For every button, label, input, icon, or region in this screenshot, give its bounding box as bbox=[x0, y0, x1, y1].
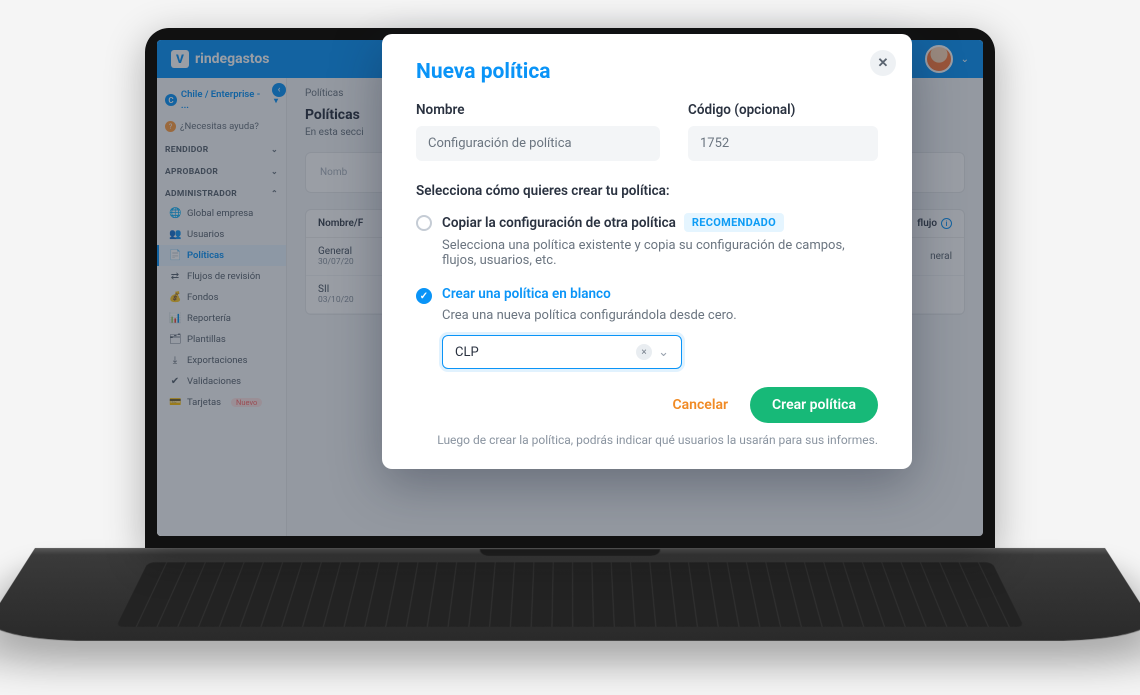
create-policy-button[interactable]: Crear política bbox=[750, 387, 878, 423]
name-label: Nombre bbox=[416, 102, 660, 118]
clear-icon[interactable]: × bbox=[636, 344, 652, 360]
modal-title: Nueva política bbox=[416, 60, 878, 84]
cancel-button[interactable]: Cancelar bbox=[673, 397, 729, 413]
close-icon[interactable]: ✕ bbox=[870, 50, 896, 76]
new-policy-modal: ✕ Nueva política Nombre Código (opcional… bbox=[382, 34, 912, 469]
policy-name-input[interactable] bbox=[416, 126, 660, 161]
recommended-badge: RECOMENDADO bbox=[684, 213, 784, 232]
radio-unselected-icon[interactable] bbox=[416, 215, 432, 231]
option-blank-policy[interactable]: Crear una política en blanco Crea una nu… bbox=[416, 286, 878, 369]
radio-selected-icon[interactable] bbox=[416, 288, 432, 304]
modal-footnote: Luego de crear la política, podrás indic… bbox=[416, 433, 878, 447]
chevron-down-icon[interactable]: ⌄ bbox=[658, 345, 669, 360]
currency-select[interactable]: CLP × ⌄ bbox=[442, 335, 682, 369]
option-blank-desc: Crea una nueva política configurándola d… bbox=[442, 308, 878, 323]
policy-code-input[interactable] bbox=[688, 126, 878, 161]
laptop-base bbox=[0, 548, 1140, 641]
code-label: Código (opcional) bbox=[688, 102, 878, 118]
option-copy-title: Copiar la configuración de otra política bbox=[442, 215, 676, 231]
option-copy-config[interactable]: Copiar la configuración de otra política… bbox=[416, 213, 878, 268]
currency-selected-value: CLP bbox=[455, 345, 479, 360]
create-mode-label: Selecciona cómo quieres crear tu polític… bbox=[416, 183, 878, 199]
laptop-keyboard bbox=[116, 562, 1024, 626]
option-copy-desc: Selecciona una política existente y copi… bbox=[442, 238, 878, 268]
option-blank-title: Crear una política en blanco bbox=[442, 286, 611, 302]
